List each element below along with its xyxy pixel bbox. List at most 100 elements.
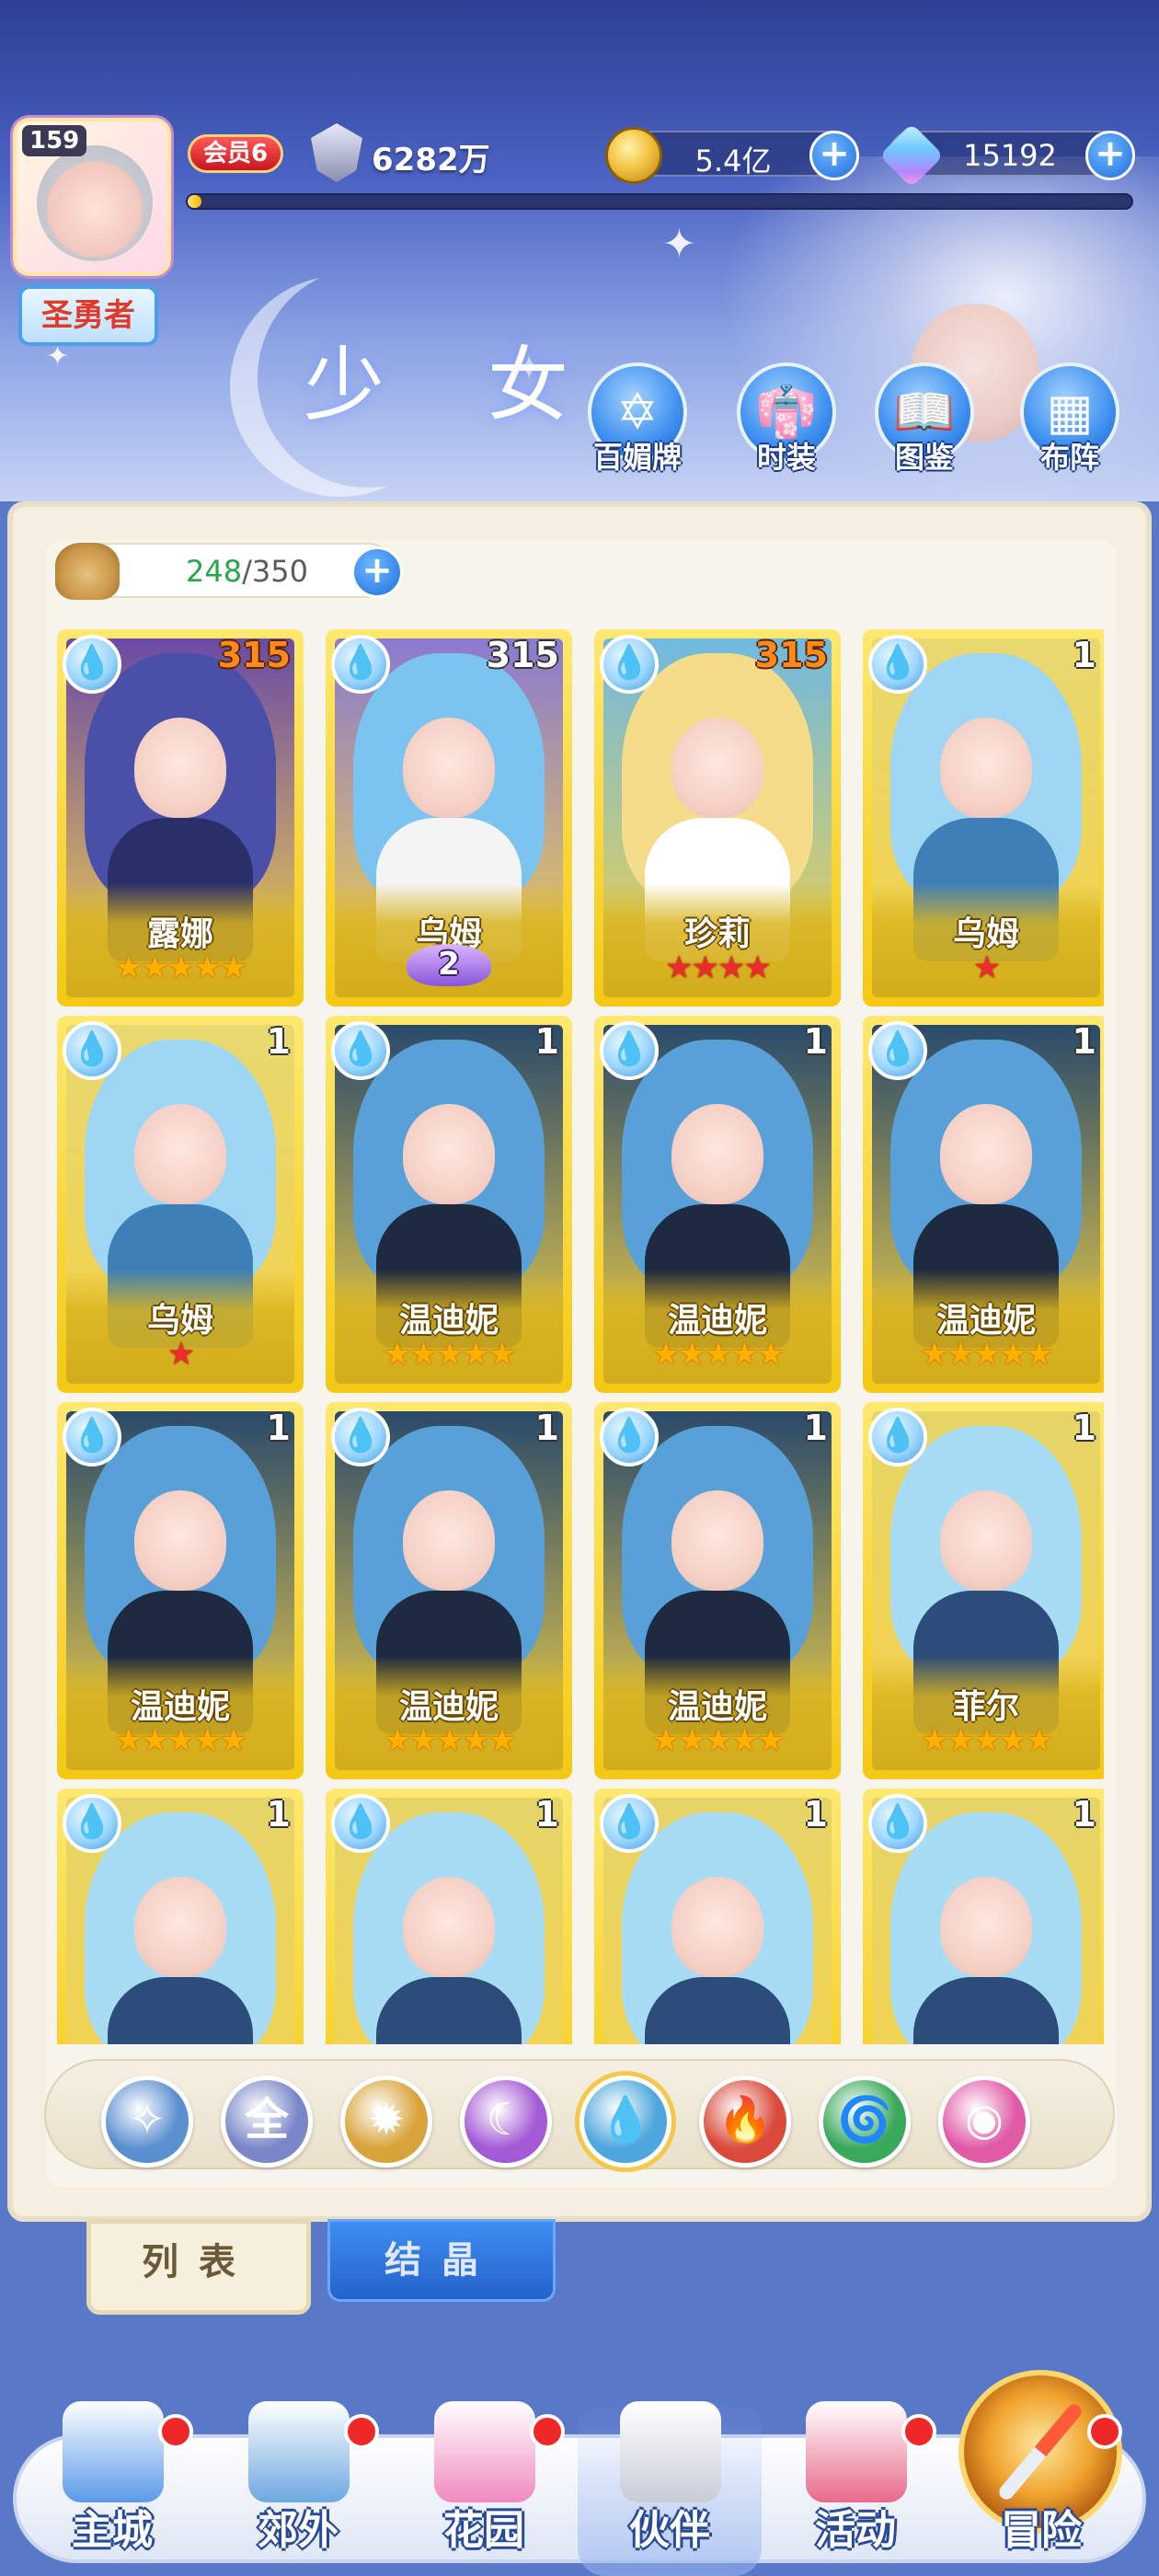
card-art-face (671, 1103, 763, 1204)
nav-item-2[interactable]: 花园 (392, 2401, 576, 2576)
water-element-icon: 💧 (331, 635, 390, 694)
card-level: 1 (1072, 1408, 1096, 1448)
card-name: 珍莉 (683, 915, 751, 953)
nav-label: 郊外 (258, 2507, 339, 2554)
sparkle-icon: ✦ (662, 221, 696, 268)
water-element-icon: 💧 (331, 1408, 390, 1466)
card-art-face (940, 1876, 1032, 1977)
all-icon[interactable]: 全 (221, 2076, 313, 2168)
partner-card[interactable]: 💧 1 温迪妮 ★★★★★ (863, 1016, 1104, 1393)
card-stars: ★★★★★ (114, 949, 247, 986)
fire-icon[interactable]: 🔥 (699, 2076, 791, 2168)
water-element-icon: 💧 (600, 1794, 659, 1853)
tab-crystal[interactable]: 结晶 (327, 2219, 556, 2302)
partner-card[interactable]: 💧 1 乌姆 ★ (863, 629, 1104, 1006)
add-gold-button[interactable]: + (809, 131, 859, 180)
card-level: 1 (266, 1794, 291, 1834)
partner-card[interactable]: 💧 1 (326, 1788, 572, 2044)
badge-icon-glyph: ✡ (616, 383, 659, 441)
card-level: 1 (803, 1021, 828, 1062)
card-level: 315 (486, 635, 559, 675)
card-stars: ★★★★★ (920, 1336, 1053, 1373)
partner-card[interactable]: 💧 315 露娜 ★★★★★ (57, 629, 304, 1006)
partner-card[interactable]: 💧 1 温迪妮 ★★★★★ (57, 1402, 304, 1779)
card-name: 温迪妮 (667, 1302, 767, 1340)
vip-badge[interactable]: 会员6 (188, 134, 284, 173)
notification-dot (530, 2414, 565, 2449)
card-level: 1 (534, 1408, 559, 1448)
card-stars: ★★★★★ (383, 1336, 516, 1373)
card-level: 1 (1072, 1794, 1096, 1834)
nav-item-4[interactable]: 活动 (763, 2401, 947, 2576)
partner-card[interactable]: 💧 315 珍莉 ★★★★ (594, 629, 841, 1006)
grid-formation-icon-glyph: ▦ (1046, 383, 1094, 441)
page-title: 少 女 (304, 338, 607, 432)
card-stars: ★★★★★ (114, 1722, 247, 1759)
partner-card[interactable]: 💧 1 (594, 1788, 841, 2044)
nav-item-3[interactable]: 伙伴 (578, 2401, 762, 2576)
dark-icon[interactable]: ◉ (938, 2076, 1030, 2168)
partner-card[interactable]: 💧 1 (57, 1788, 304, 2044)
water-element-icon: 💧 (600, 1021, 659, 1080)
tool-button-3[interactable]: ▦ 布阵 (1010, 362, 1130, 482)
card-name: 温迪妮 (398, 1302, 499, 1340)
tab-list[interactable]: 列表 (86, 2219, 311, 2315)
water-icon[interactable]: 💧 (580, 2076, 671, 2168)
partner-card[interactable]: 💧 1 温迪妮 ★★★★★ (594, 1016, 841, 1393)
partner-card[interactable]: 💧 1 乌姆 ★ (57, 1016, 304, 1393)
moon-icon[interactable]: ☾ (460, 2076, 552, 2168)
partner-card[interactable]: 💧 1 温迪妮 ★★★★★ (594, 1402, 841, 1779)
water-element-icon: 💧 (868, 1794, 927, 1853)
add-gem-button[interactable]: + (1085, 131, 1135, 180)
nav-label: 冒险 (1001, 2507, 1082, 2554)
card-stars: ★★★★ (665, 949, 772, 986)
water-element-icon: 💧 (63, 635, 121, 694)
water-element-icon: 💧 (868, 1021, 927, 1080)
notification-dot (158, 2414, 193, 2449)
card-name: 温迪妮 (935, 1302, 1036, 1340)
tool-label: 百媚牌 (592, 440, 682, 475)
partner-card[interactable]: 💧 1 温迪妮 ★★★★★ (326, 1016, 572, 1393)
card-name: 露娜 (146, 915, 213, 953)
partner-card[interactable]: 💧 1 温迪妮 ★★★★★ (326, 1402, 572, 1779)
card-name: 乌姆 (952, 915, 1019, 953)
tool-button-0[interactable]: ✡ 百媚牌 (578, 362, 697, 482)
nav-item-0[interactable]: 主城 (20, 2401, 204, 2576)
gold-coin-icon (605, 127, 662, 184)
card-name: 菲尔 (952, 1688, 1019, 1726)
capacity-max: 350 (251, 554, 308, 589)
partner-card[interactable]: 💧 315 乌姆 2 (326, 629, 572, 1006)
card-stars: ★★★★★ (920, 1722, 1053, 1759)
capacity-counter: 248/350 + (55, 543, 403, 600)
card-level: 1 (266, 1021, 291, 1062)
card-level: 1 (534, 1021, 559, 1062)
card-level: 1 (266, 1408, 291, 1448)
player-level: 159 (22, 125, 87, 156)
partner-icon (620, 2401, 721, 2502)
card-name: 温迪妮 (130, 1688, 230, 1726)
compass-needle (996, 2401, 1084, 2502)
light-icon[interactable]: ✹ (340, 2076, 432, 2168)
partner-card[interactable]: 💧 1 菲尔 ★★★★★ (863, 1402, 1104, 1779)
power-value: 6282万 (372, 142, 490, 178)
player-title-badge[interactable]: 圣勇者 (18, 285, 158, 346)
expand-capacity-button[interactable]: + (351, 546, 403, 598)
capacity-current: 248 (186, 554, 243, 589)
card-art-face (940, 1489, 1032, 1591)
tool-button-1[interactable]: 👘 时装 (727, 362, 846, 482)
nav-item-1[interactable]: 郊外 (206, 2401, 390, 2576)
card-art-face (134, 717, 226, 818)
wind-rank-icon[interactable]: ✧ (101, 2076, 193, 2168)
player-avatar[interactable]: 159 (13, 118, 171, 276)
water-element-icon: 💧 (331, 1794, 390, 1853)
partner-card[interactable]: 💧 1 (863, 1788, 1104, 2044)
water-element-icon: 💧 (868, 1408, 927, 1466)
card-art-face (671, 717, 763, 818)
card-level: 1 (803, 1794, 828, 1834)
nav-item-5[interactable]: 冒险 (949, 2370, 1133, 2576)
wind-icon[interactable]: 🌀 (819, 2076, 911, 2168)
tool-button-2[interactable]: 📖 图鉴 (865, 362, 984, 482)
nav-label: 伙伴 (629, 2507, 710, 2554)
card-stars: ★ (972, 949, 1001, 986)
nav-label: 主城 (72, 2507, 153, 2554)
